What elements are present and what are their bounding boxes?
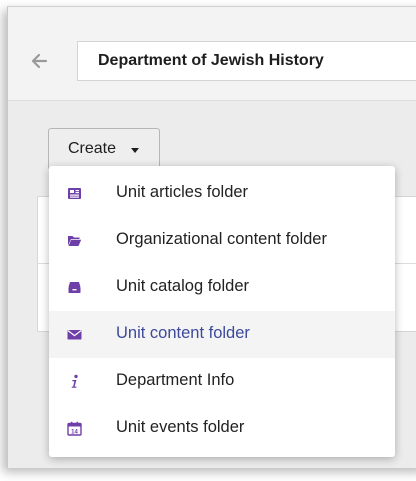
menu-item-unit-articles-folder[interactable]: Unit articles folder (49, 170, 395, 217)
app-window: Department of Jewish History Create Unit (0, 0, 416, 481)
menu-item-organizational-content-folder[interactable]: Organizational content folder (49, 217, 395, 264)
folder-open-icon (68, 236, 82, 246)
menu-item-unit-catalog-folder[interactable]: Unit catalog folder (49, 264, 395, 311)
menu-item-label: Department Info (116, 371, 235, 389)
create-button-label: Create (68, 140, 117, 157)
content-frame: Department of Jewish History Create Unit (7, 6, 416, 468)
newspaper-icon (68, 188, 81, 199)
calendar-icon: 14 (67, 421, 82, 436)
menu-item-department-info[interactable]: Department Info (49, 358, 395, 405)
info-icon (71, 374, 78, 388)
menu-item-label: Unit content folder (116, 324, 250, 342)
page-title-box: Department of Jewish History (77, 41, 416, 81)
menu-item-label: Unit events folder (116, 418, 245, 436)
page-title: Department of Jewish History (98, 52, 324, 69)
create-dropdown-menu: Unit articles folder Organizational cont… (49, 166, 395, 457)
menu-item-unit-content-folder[interactable]: Unit content folder (49, 311, 395, 358)
create-button[interactable]: Create (48, 128, 160, 170)
calendar-day: 14 (71, 429, 78, 435)
arrow-left-icon (31, 53, 48, 69)
menu-item-label: Unit articles folder (116, 183, 249, 201)
page-header: Department of Jewish History (8, 7, 416, 101)
menu-item-label: Unit catalog folder (116, 277, 249, 295)
archive-icon (68, 282, 81, 293)
menu-item-unit-events-folder[interactable]: 14 Unit events folder (49, 405, 395, 452)
caret-down-icon (131, 148, 139, 153)
menu-item-label: Organizational content folder (116, 230, 327, 248)
envelope-icon (67, 330, 82, 340)
back-button[interactable] (30, 52, 48, 70)
